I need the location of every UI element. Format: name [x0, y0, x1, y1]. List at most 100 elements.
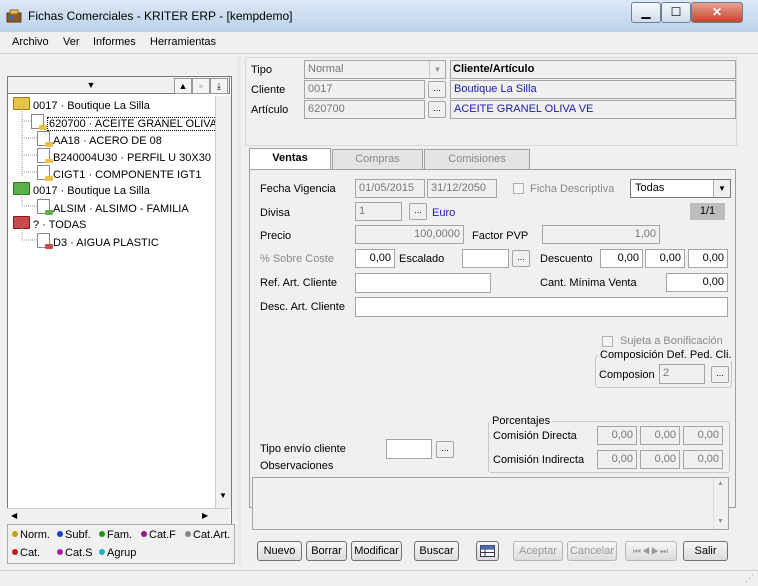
tree-legend: Norm. Subf. Fam. Cat.F Cat.Art. Cat. Cat…: [7, 524, 235, 564]
tree-horizontal-scrollbar[interactable]: ◀ ▶: [7, 508, 230, 524]
minimize-button[interactable]: ▁: [631, 2, 661, 23]
escalado-field[interactable]: [462, 249, 509, 268]
tree-item-1[interactable]: 620700 · ACEITE GRANEL OLIVA: [31, 114, 220, 131]
buscar-button[interactable]: Buscar: [414, 541, 459, 561]
bonificacion-checkbox[interactable]: [602, 336, 613, 347]
tab-comisiones[interactable]: Comisiones: [424, 149, 530, 169]
desc-art-cliente-label: Desc. Art. Cliente: [260, 301, 345, 313]
prev-record-icon[interactable]: ◀: [642, 546, 651, 556]
arrow-up-icon: ▲: [178, 81, 188, 91]
aceptar-button[interactable]: Aceptar: [513, 541, 563, 561]
tree-item-4[interactable]: CIGT1 · COMPONENTE IGT1: [37, 165, 202, 181]
fecha-desde-field[interactable]: 01/05/2015: [355, 179, 425, 198]
chevron-down-icon: ▼: [86, 80, 96, 90]
app-window: Fichas Comerciales - KRITER ERP - [kempd…: [0, 0, 758, 586]
divisa-lookup-button[interactable]: ...: [409, 203, 427, 220]
precio-field[interactable]: 100,0000: [355, 225, 464, 244]
articulo-lookup-button[interactable]: ...: [428, 101, 446, 118]
record-navigator[interactable]: ⏮◀▶⏭: [625, 541, 677, 561]
dot-icon: [99, 531, 105, 537]
tree-item-8[interactable]: D3 · AIGUA PLASTIC: [37, 233, 159, 249]
articulo-label: Artículo: [251, 104, 289, 116]
tree-download-button[interactable]: ⤓: [210, 78, 228, 94]
tree-lines: [21, 109, 37, 241]
sobre-coste-label: % Sobre Coste: [260, 253, 334, 265]
menu-herramientas[interactable]: Herramientas: [150, 36, 216, 48]
tree-up-button[interactable]: ▲: [174, 78, 192, 94]
ellipsis-icon: ...: [441, 443, 449, 453]
dot-icon: [99, 549, 105, 555]
descuento-field-3[interactable]: 0,00: [688, 249, 728, 268]
menu-ver[interactable]: Ver: [63, 36, 80, 48]
tree-circle-button[interactable]: ●: [192, 78, 210, 94]
comision-indirecta-field-1[interactable]: 0,00: [597, 450, 637, 469]
descuento-field-2[interactable]: 0,00: [645, 249, 685, 268]
resize-grip-icon[interactable]: ⋰: [745, 573, 754, 584]
last-record-icon[interactable]: ⏭: [660, 546, 669, 556]
first-record-icon[interactable]: ⏮: [633, 546, 642, 556]
ref-art-cliente-field[interactable]: [355, 273, 491, 293]
title-bar: Fichas Comerciales - KRITER ERP - [kempd…: [0, 0, 758, 32]
tipo-select[interactable]: Normal ▼: [304, 60, 446, 79]
cant-minima-label: Cant. Mínima Venta: [540, 277, 637, 289]
next-record-icon[interactable]: ▶: [651, 546, 660, 556]
tipo-envio-field[interactable]: [386, 439, 432, 459]
menu-bar: Archivo Ver Informes Herramientas: [0, 32, 758, 54]
tree-vertical-scrollbar[interactable]: ▼: [215, 96, 231, 508]
articulo-field[interactable]: 620700: [304, 100, 425, 119]
tree-item-6[interactable]: ALSIM · ALSIMO - FAMILIA: [37, 199, 189, 215]
legend-item: Cat.Art.: [185, 529, 230, 541]
circle-icon: ●: [198, 81, 204, 91]
divisa-name: Euro: [432, 207, 456, 219]
maximize-button[interactable]: ☐: [661, 2, 691, 23]
sobre-coste-field[interactable]: 0,00: [355, 249, 395, 268]
menu-informes[interactable]: Informes: [93, 36, 136, 48]
divisa-field[interactable]: 1: [355, 202, 402, 221]
composion-lookup-button[interactable]: ...: [711, 366, 729, 383]
column-title: Cliente/Artículo: [450, 60, 736, 79]
comision-indirecta-field-2[interactable]: 0,00: [640, 450, 680, 469]
chevron-down-icon: ▼: [713, 180, 730, 197]
memo-scrollbar[interactable]: ▲ ▼: [713, 478, 728, 529]
comision-indirecta-field-3[interactable]: 0,00: [683, 450, 723, 469]
nuevo-button[interactable]: Nuevo: [257, 541, 302, 561]
descuento-label: Descuento: [540, 253, 593, 265]
tipo-envio-lookup-button[interactable]: ...: [436, 441, 454, 458]
cancelar-button[interactable]: Cancelar: [567, 541, 617, 561]
salir-button[interactable]: Salir: [683, 541, 728, 561]
tab-ventas[interactable]: Ventas: [249, 148, 331, 170]
desc-art-cliente-field[interactable]: [355, 297, 728, 317]
observaciones-textarea[interactable]: ▲ ▼: [252, 477, 729, 530]
comision-directa-field-1[interactable]: 0,00: [597, 426, 637, 445]
comision-directa-field-2[interactable]: 0,00: [640, 426, 680, 445]
tab-compras[interactable]: Compras: [332, 149, 423, 169]
app-icon: [6, 9, 22, 23]
descuento-field-1[interactable]: 0,00: [600, 249, 643, 268]
tree-item-3[interactable]: B240004U30 · PERFIL U 30X30 M: [37, 148, 214, 163]
factor-pvp-field[interactable]: 1,00: [542, 225, 660, 244]
fecha-hasta-field[interactable]: 31/12/2050: [427, 179, 497, 198]
todas-select[interactable]: Todas ▼: [630, 179, 731, 198]
cliente-field[interactable]: 0017: [304, 80, 425, 99]
grid-view-button[interactable]: [476, 541, 499, 561]
tree-dropdown[interactable]: ▼: [10, 78, 172, 92]
borrar-button[interactable]: Borrar: [306, 541, 347, 561]
ficha-descriptiva-checkbox[interactable]: [513, 183, 524, 194]
legend-item: Fam.: [99, 529, 132, 541]
cliente-lookup-button[interactable]: ...: [428, 81, 446, 98]
menu-archivo[interactable]: Archivo: [12, 36, 49, 48]
escalado-lookup-button[interactable]: ...: [512, 250, 530, 267]
dot-icon: [12, 549, 18, 555]
close-button[interactable]: ✕: [691, 2, 743, 23]
comision-directa-field-3[interactable]: 0,00: [683, 426, 723, 445]
modificar-button[interactable]: Modificar: [351, 541, 402, 561]
composion-field[interactable]: 2: [659, 364, 705, 384]
legend-item: Cat.S: [57, 547, 93, 559]
tree-item-2[interactable]: AA18 · ACERO DE 08: [37, 131, 162, 147]
maximize-icon: ☐: [670, 5, 682, 19]
panel-splitter[interactable]: [238, 56, 241, 566]
cant-minima-field[interactable]: 0,00: [666, 273, 728, 292]
divisa-label: Divisa: [260, 207, 290, 219]
composicion-group-title: Composición Def. Ped. Cli.: [598, 349, 734, 361]
arrow-up-icon: ▲: [717, 480, 724, 487]
